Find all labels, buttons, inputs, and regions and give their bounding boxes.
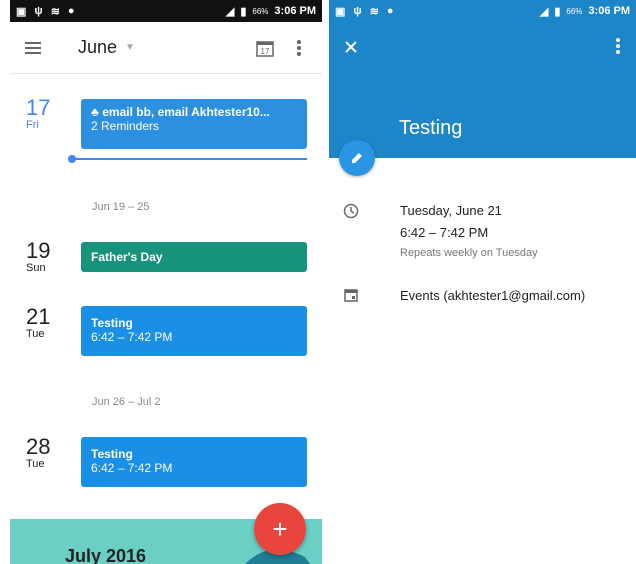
day-header: 28 Tue — [26, 434, 62, 471]
day-of-week: Tue — [26, 328, 45, 340]
plus-icon: + — [272, 513, 288, 544]
day-header: 19 Sun — [26, 238, 62, 275]
day-number: 19 — [26, 238, 51, 263]
calendar-icon — [343, 287, 359, 308]
android-icon: ● — [67, 5, 75, 17]
day-of-week: Tue — [26, 458, 45, 470]
event-recurrence: Repeats weekly on Tuesday — [400, 247, 538, 259]
hamburger-menu-icon[interactable] — [10, 41, 56, 54]
signal-icon: ◢ — [539, 5, 549, 18]
battery-percent: 66% — [566, 6, 583, 16]
wifi-icon: ≋ — [369, 5, 379, 18]
day-number: 28 — [26, 434, 51, 459]
pencil-icon — [352, 153, 362, 163]
wifi-icon: ≋ — [50, 5, 60, 18]
day-number: 21 — [26, 304, 51, 329]
event-title: Father's Day — [91, 250, 163, 264]
month-banner-label: July 2016 — [65, 546, 147, 564]
current-time-line — [72, 158, 307, 160]
overflow-menu-icon[interactable] — [616, 38, 620, 59]
event-title: Testing — [91, 316, 133, 330]
month-label: June — [78, 37, 118, 57]
overflow-menu-icon[interactable] — [276, 39, 322, 56]
clock: 3:06 PM — [588, 5, 630, 17]
image-icon: ▣ — [16, 5, 27, 18]
event-time: 6:42 – 7:42 PM — [91, 330, 173, 344]
clock: 3:06 PM — [274, 5, 316, 17]
event-detail-screen: ▣ ψ ≋ ● ◢ ▮ 66% 3:06 PM Testing Tuesday,… — [329, 0, 636, 564]
day-of-week: Sun — [26, 262, 46, 274]
battery-percent: 66% — [252, 6, 269, 16]
battery-icon: ▮ — [240, 5, 247, 18]
close-icon[interactable] — [345, 40, 357, 58]
event-title: Testing — [91, 447, 133, 461]
status-bar: ▣ ψ ≋ ● ◢ ▮ 66% 3:06 PM — [329, 0, 636, 22]
holiday-event-card[interactable]: Father's Day — [81, 242, 307, 272]
event-subtitle: 2 Reminders — [91, 119, 160, 133]
event-time: 6:42 – 7:42 PM — [91, 461, 173, 475]
testing-event-card[interactable]: Testing 6:42 – 7:42 PM — [81, 306, 307, 356]
clock-icon — [343, 203, 359, 224]
day-number: 17 — [26, 95, 51, 120]
week-range-label: Jun 26 – Jul 2 — [92, 396, 161, 408]
event-title: email bb, email Akhtester10... — [102, 105, 270, 119]
day-of-week: Fri — [26, 119, 39, 131]
image-icon: ▣ — [335, 5, 346, 18]
android-icon: ● — [386, 5, 394, 17]
event-header: Testing — [329, 22, 636, 158]
event-datetime: Tuesday, June 21 6:42 – 7:42 PM Repeats … — [400, 200, 538, 262]
day-header: 17 Fri — [26, 95, 62, 132]
day-header: 21 Tue — [26, 304, 62, 341]
signal-icon: ◢ — [225, 5, 235, 18]
event-title: Testing — [399, 117, 463, 139]
week-range-label: Jun 19 – 25 — [92, 201, 150, 213]
event-date: Tuesday, June 21 — [400, 203, 502, 218]
testing-event-card[interactable]: Testing 6:42 – 7:42 PM — [81, 437, 307, 487]
reminder-icon: ♣ — [91, 105, 103, 119]
today-icon-day: 17 — [261, 47, 270, 56]
edit-event-button[interactable] — [339, 140, 375, 176]
dropdown-caret-icon: ▼ — [125, 42, 135, 53]
month-selector[interactable]: June ▼ — [78, 37, 135, 58]
event-calendar: Events (akhtester1@gmail.com) — [400, 288, 586, 303]
today-calendar-icon[interactable]: 17 — [254, 37, 276, 59]
usb-icon: ψ — [34, 5, 43, 17]
event-time: 6:42 – 7:42 PM — [400, 225, 489, 240]
status-bar: ▣ ψ ≋ ● ◢ ▮ 66% 3:06 PM — [10, 0, 322, 22]
add-event-button[interactable]: + — [254, 503, 306, 555]
agenda-screen: ▣ ψ ≋ ● ◢ ▮ 66% 3:06 PM June ▼ 17 17 Fri — [10, 0, 322, 564]
reminder-event-card[interactable]: ♣ email bb, email Akhtester10... 2 Remin… — [81, 99, 307, 149]
usb-icon: ψ — [353, 5, 362, 17]
app-bar: June ▼ 17 — [10, 22, 322, 74]
battery-icon: ▮ — [554, 5, 561, 18]
